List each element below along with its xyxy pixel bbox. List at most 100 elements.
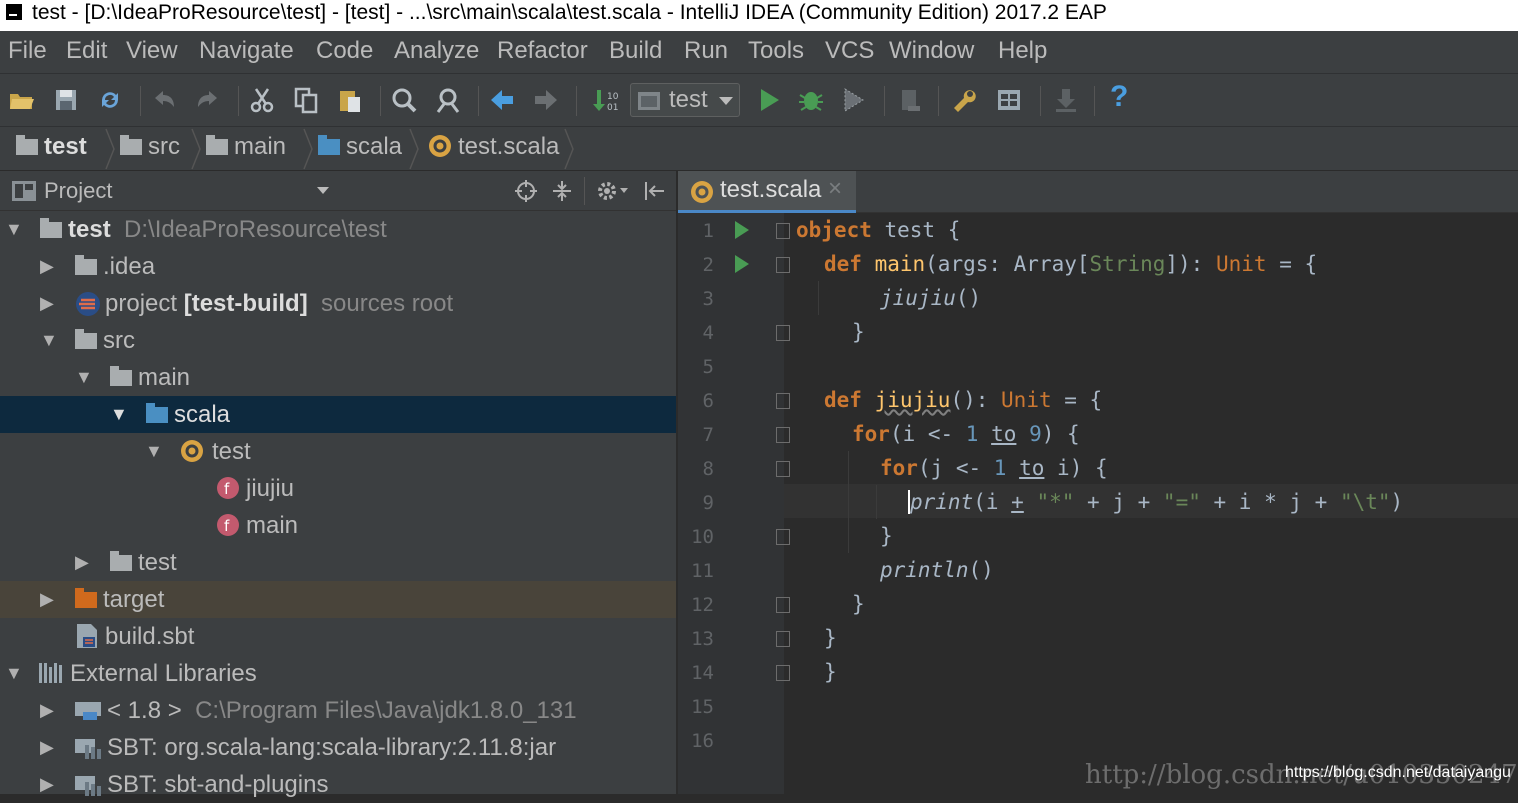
code-line-2: def main(args: Array[String]): Unit = { xyxy=(824,252,1318,276)
tree-item-idea-folder[interactable]: ▶ .idea xyxy=(0,248,676,285)
collapsed-arrow-icon[interactable]: ▶ xyxy=(40,285,58,322)
debug-icon[interactable] xyxy=(797,86,825,114)
stop-icon[interactable] xyxy=(896,86,924,114)
back-arrow-icon[interactable] xyxy=(488,86,516,114)
tree-item-scala-folder[interactable]: ▼ scala xyxy=(0,396,676,433)
undo-icon[interactable] xyxy=(150,86,178,114)
menu-edit[interactable]: Edit xyxy=(66,37,107,65)
menu-navigate[interactable]: Navigate xyxy=(199,37,294,65)
breadcrumb-item-scala[interactable]: scala xyxy=(318,133,402,161)
tree-item-sbt-and-plugins[interactable]: ▶ SBT: sbt-and-plugins xyxy=(0,766,676,803)
forward-arrow-icon[interactable] xyxy=(532,86,560,114)
breadcrumb: test src main scala test.scala xyxy=(0,127,1518,171)
expanded-arrow-icon[interactable]: ▼ xyxy=(40,322,58,359)
line-number: 11 xyxy=(691,560,714,582)
tree-item-jdk[interactable]: ▶ < 1.8 > C:\Program Files\Java\jdk1.8.0… xyxy=(0,692,676,729)
breadcrumb-item-test-scala[interactable]: test.scala xyxy=(428,133,559,161)
hide-panel-icon[interactable] xyxy=(642,179,666,203)
menu-vcs[interactable]: VCS xyxy=(825,37,874,65)
collapsed-arrow-icon[interactable]: ▶ xyxy=(40,581,58,618)
line-number: 13 xyxy=(691,628,714,650)
paste-icon[interactable] xyxy=(336,86,364,114)
menu-window[interactable]: Window xyxy=(889,37,974,65)
collapsed-arrow-icon[interactable]: ▶ xyxy=(40,248,58,285)
open-folder-icon[interactable] xyxy=(8,86,36,114)
run-configuration-dropdown[interactable]: test xyxy=(630,83,740,117)
synchronize-icon[interactable] xyxy=(96,86,124,114)
code-line-6: def jiujiu(): Unit = { xyxy=(824,388,1103,412)
line-number: 12 xyxy=(691,594,714,616)
help-icon[interactable]: ? xyxy=(1110,80,1128,114)
project-structure-icon[interactable] xyxy=(995,86,1023,114)
tab-test-scala[interactable]: test.scala × xyxy=(678,171,856,213)
find-icon[interactable] xyxy=(390,86,418,114)
tree-item-target-folder[interactable]: ▶ target xyxy=(0,581,676,618)
tab-label: test.scala xyxy=(720,176,822,203)
expanded-arrow-icon[interactable]: ▼ xyxy=(5,655,23,692)
indent-guide xyxy=(848,451,849,553)
menu-refactor[interactable]: Refactor xyxy=(497,37,588,65)
breadcrumb-item-src[interactable]: src xyxy=(120,133,180,161)
run-gutter-icon[interactable] xyxy=(735,255,749,273)
tree-item-test-object[interactable]: ▼ test xyxy=(0,433,676,470)
menu-view[interactable]: View xyxy=(126,37,178,65)
expanded-arrow-icon[interactable]: ▼ xyxy=(5,211,23,248)
module-folder-icon xyxy=(40,218,62,238)
run-with-coverage-icon[interactable] xyxy=(840,86,868,114)
line-number: 14 xyxy=(691,662,714,684)
menu-code[interactable]: Code xyxy=(316,37,373,65)
breadcrumb-item-main[interactable]: main xyxy=(206,133,286,161)
project-view-title[interactable]: Project xyxy=(44,178,112,204)
tree-item-src-folder[interactable]: ▼ src xyxy=(0,322,676,359)
collapsed-arrow-icon[interactable]: ▶ xyxy=(40,692,58,729)
folder-icon xyxy=(75,329,97,349)
menu-file[interactable]: File xyxy=(8,37,47,65)
cut-icon[interactable] xyxy=(248,86,276,114)
line-number: 9 xyxy=(702,492,714,514)
settings-wrench-icon[interactable] xyxy=(950,86,978,114)
tree-item-test-module[interactable]: ▼ test D:\IdeaProResource\test xyxy=(0,211,676,248)
run-icon[interactable] xyxy=(755,86,783,114)
replace-icon[interactable] xyxy=(434,86,462,114)
module-path: D:\IdeaProResource\test xyxy=(124,216,387,243)
expanded-arrow-icon[interactable]: ▼ xyxy=(75,359,93,396)
menu-help[interactable]: Help xyxy=(998,37,1047,65)
menu-build[interactable]: Build xyxy=(609,37,662,65)
close-icon[interactable]: × xyxy=(828,175,842,203)
save-icon[interactable] xyxy=(52,86,80,114)
tree-item-main-folder[interactable]: ▼ main xyxy=(0,359,676,396)
collapsed-arrow-icon[interactable]: ▶ xyxy=(40,766,58,803)
collapsed-arrow-icon[interactable]: ▶ xyxy=(40,729,58,766)
tree-item-jiujiu-function[interactable]: f jiujiu xyxy=(0,470,676,507)
menu-tools[interactable]: Tools xyxy=(748,37,804,65)
code-editor[interactable]: object test { def main(args: Array[Strin… xyxy=(784,213,1518,794)
expanded-arrow-icon[interactable]: ▼ xyxy=(145,433,163,470)
gear-icon[interactable] xyxy=(595,179,619,203)
tree-item-project-folder[interactable]: ▶ project [test-build] sources root xyxy=(0,285,676,322)
toolbar-separator xyxy=(140,86,141,116)
scroll-from-source-icon[interactable] xyxy=(514,179,538,203)
chevron-down-icon[interactable] xyxy=(317,187,329,194)
collapsed-arrow-icon[interactable]: ▶ xyxy=(75,544,93,581)
tree-item-external-libraries[interactable]: ▼ External Libraries xyxy=(0,655,676,692)
copy-icon[interactable] xyxy=(292,86,320,114)
build-project-icon[interactable]: 1001 xyxy=(590,86,618,114)
excluded-folder-icon xyxy=(75,588,97,608)
menu-run[interactable]: Run xyxy=(684,37,728,65)
run-gutter-icon[interactable] xyxy=(735,221,749,239)
tree-item-build-sbt[interactable]: build.sbt xyxy=(0,618,676,655)
breadcrumb-item-test[interactable]: test xyxy=(16,133,87,161)
redo-icon[interactable] xyxy=(194,86,222,114)
collapse-all-icon[interactable] xyxy=(550,179,574,203)
menu-analyze[interactable]: Analyze xyxy=(394,37,479,65)
line-number: 1 xyxy=(702,220,714,242)
tree-item-test-folder[interactable]: ▶ test xyxy=(0,544,676,581)
expanded-arrow-icon[interactable]: ▼ xyxy=(110,396,128,433)
sdk-download-icon[interactable] xyxy=(1052,86,1080,114)
tree-item-scala-library[interactable]: ▶ SBT: org.scala-lang:scala-library:2.11… xyxy=(0,729,676,766)
libraries-icon xyxy=(39,663,62,683)
toolbar-separator xyxy=(1040,86,1041,116)
svg-text:01: 01 xyxy=(607,103,618,113)
chevron-down-icon[interactable] xyxy=(620,188,628,193)
tree-item-main-function[interactable]: f main xyxy=(0,507,676,544)
